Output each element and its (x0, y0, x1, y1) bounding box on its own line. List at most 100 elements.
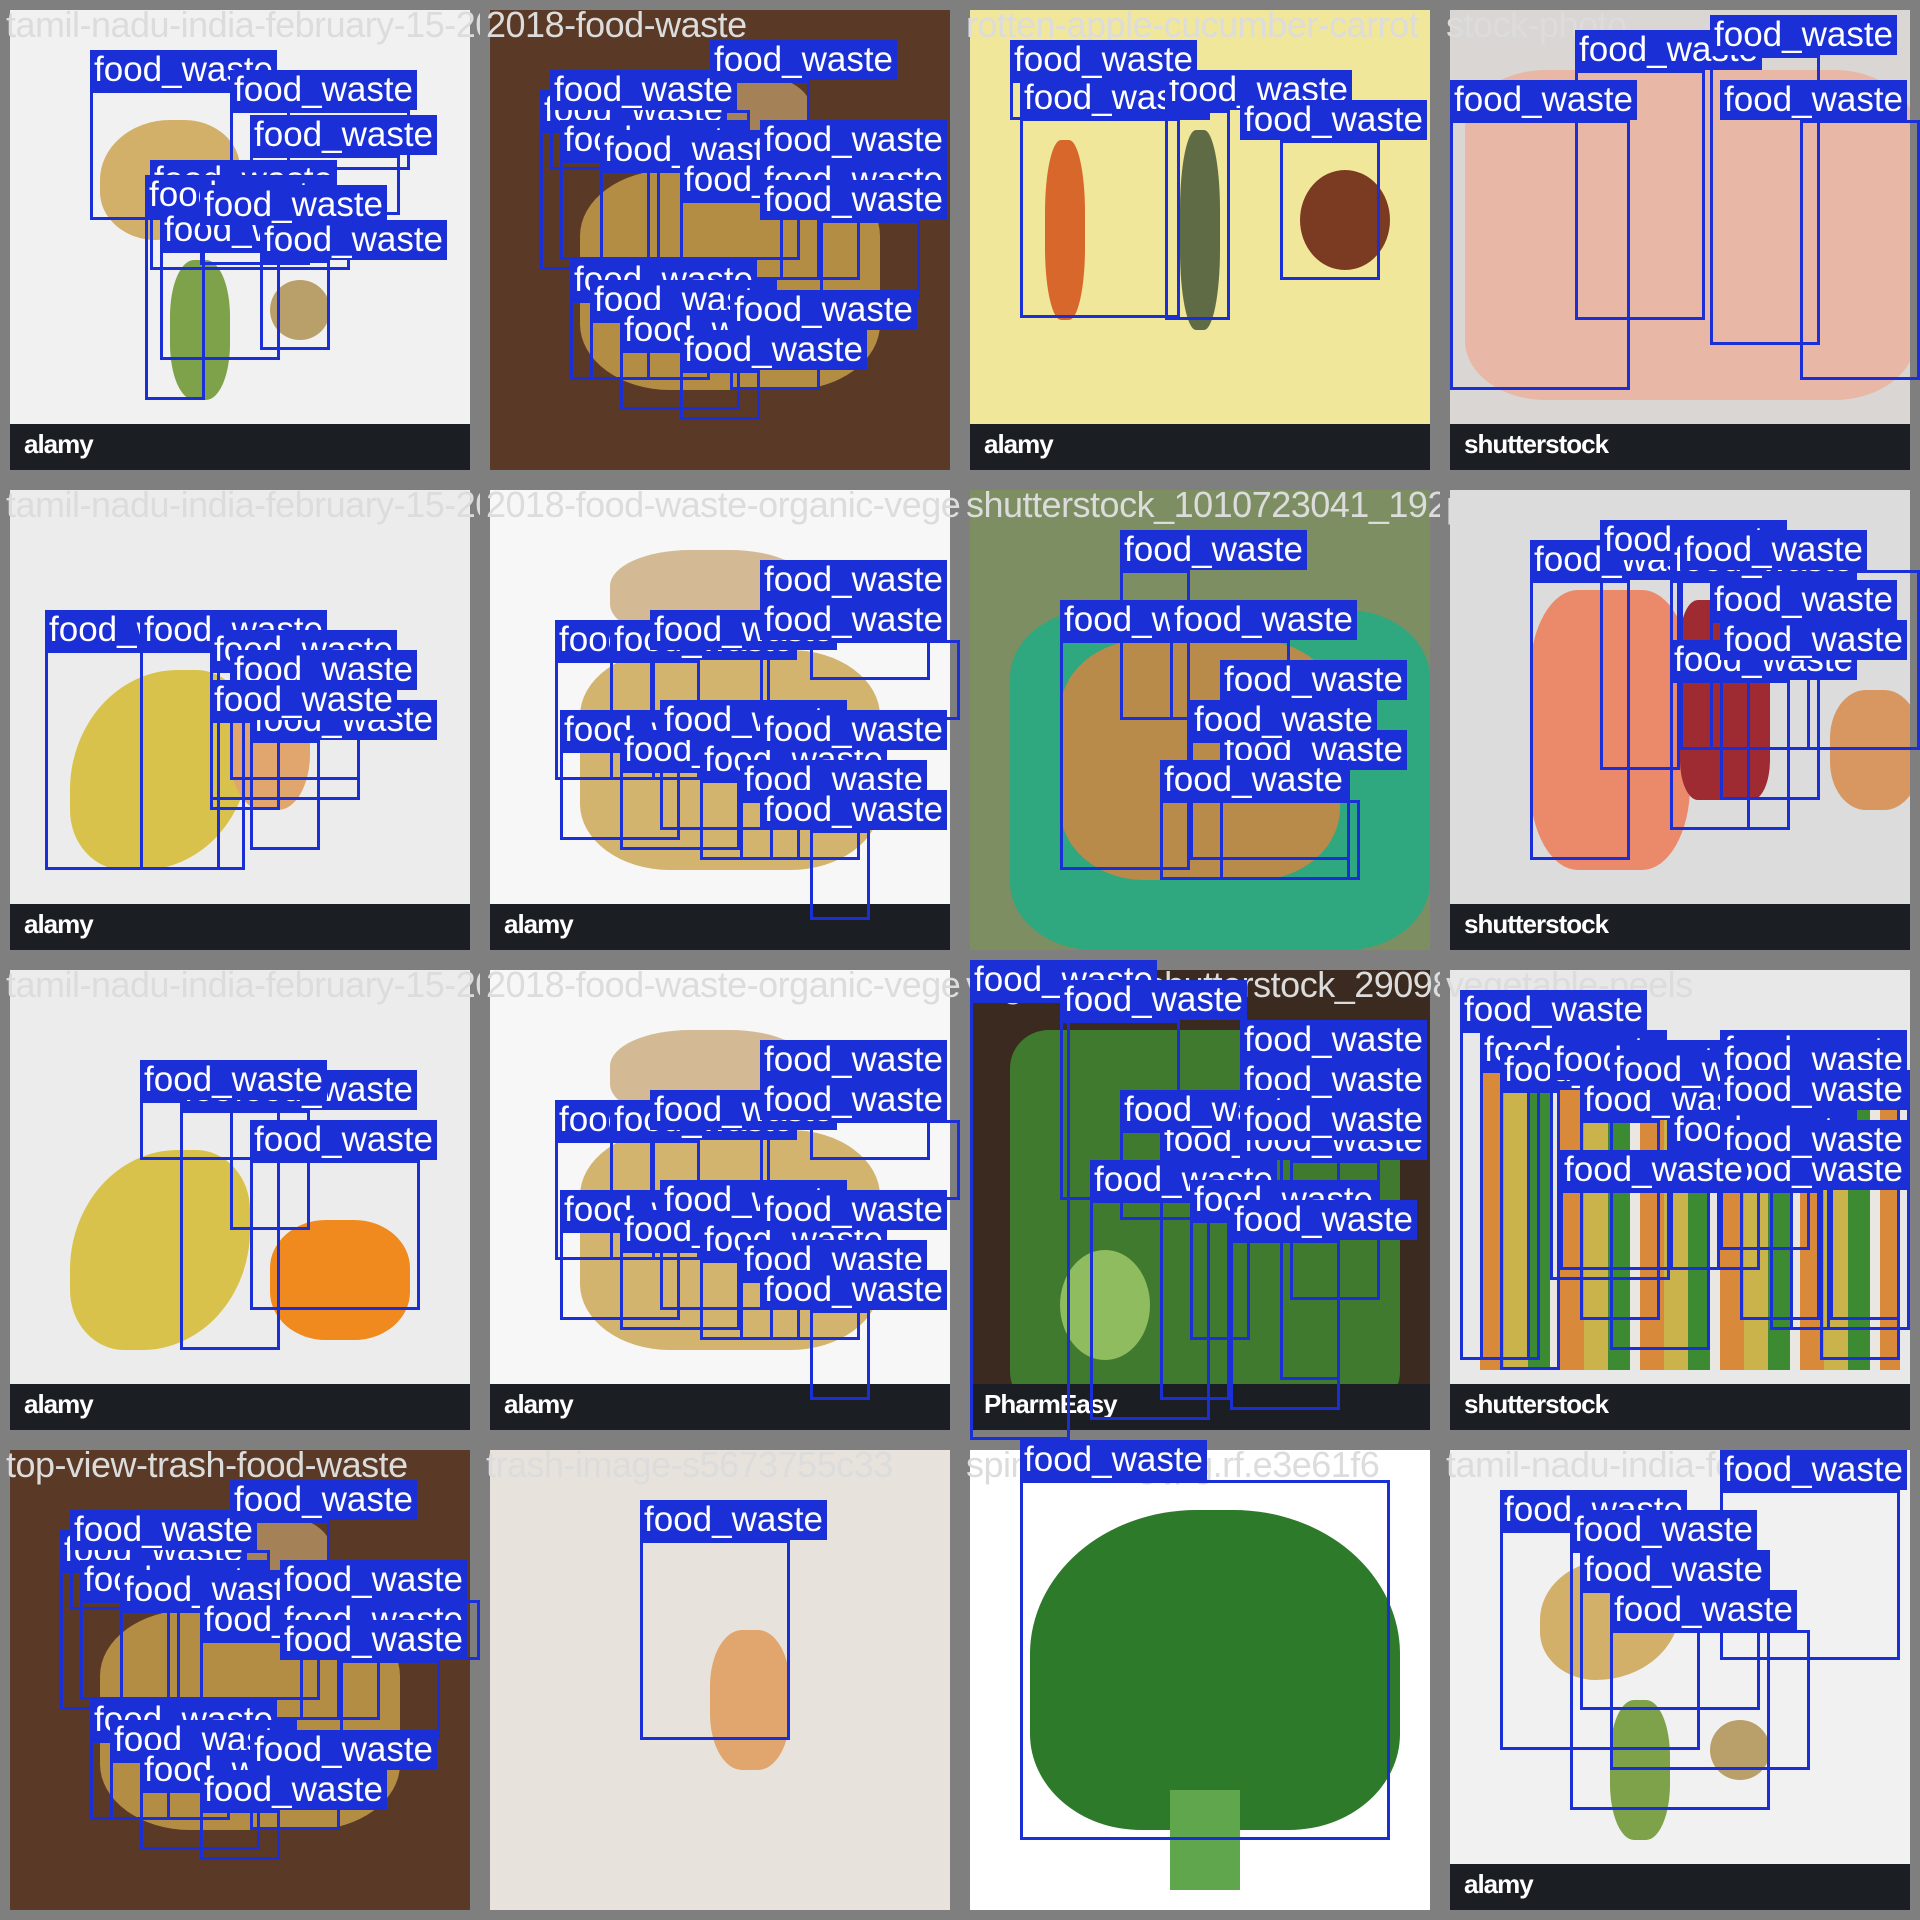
stock-brand-logo: alamy (504, 909, 574, 939)
detection-label: food_waste (1160, 760, 1348, 800)
stock-brand-logo: alamy (504, 1389, 574, 1419)
bounding-box (1280, 140, 1380, 280)
detection-label: food_waste (760, 600, 948, 640)
bounding-box (1600, 560, 1680, 770)
bounding-box (810, 1310, 870, 1400)
detection-label: food_waste (760, 790, 948, 830)
detection-label: food_waste (1240, 1100, 1428, 1140)
detection-label: food_waste (640, 1500, 828, 1540)
mosaic-tile: PharmEasyvegetables-shutterstock_2909888… (960, 960, 1440, 1440)
mosaic-tile: alamy rotten-apple-cucumber-carrot food_wa… (960, 0, 1440, 480)
bounding-box (640, 1540, 790, 1740)
tile-filename: shutterstock_1010723041_1920x600 (966, 484, 1440, 525)
bounding-box (1020, 1480, 1390, 1840)
mosaic-tile: shutterstock stock-photo food_waste food_wa… (1440, 0, 1920, 480)
stock-brand-logo: alamy (24, 429, 94, 459)
mosaic-tile: trash-image-s5673755c33 food_waste (480, 1440, 960, 1920)
detection-label: food_waste (140, 1060, 328, 1100)
mosaic-tile: alamy tamil-nadu-india-february-15-2018-f… (0, 480, 480, 960)
detection-label: food_waste (1020, 1440, 1208, 1480)
detection-label: food_waste (1240, 100, 1428, 140)
detection-label: food_waste (1720, 80, 1908, 120)
tile-filename: 2018-food-waste (486, 4, 747, 45)
detection-label: food_waste (760, 1270, 948, 1310)
stock-footer: alamy (10, 1384, 470, 1430)
mosaic-tile: top-view-trash-food-waste food_waste food_… (0, 1440, 480, 1920)
stock-brand-logo: alamy (24, 909, 94, 939)
bounding-box (1560, 1190, 1760, 1270)
detection-label: food_waste (250, 115, 438, 155)
detection-label: food_waste (1060, 980, 1248, 1020)
mosaic-tile: alamy tamil-nadu-india-february-15 food_wa… (1440, 1440, 1920, 1920)
tile-filename: tamil-nadu-india-february-15-2018-food-w… (6, 484, 480, 525)
detection-label: food_waste (760, 1040, 948, 1080)
detection-label: food_waste (1450, 80, 1638, 120)
detection-label: food_waste (1720, 1120, 1908, 1160)
detection-label: food_waste (230, 1480, 418, 1520)
bounding-box (1165, 110, 1230, 320)
detection-label: food_waste (1230, 1200, 1418, 1240)
detection-label: food_waste (280, 1560, 468, 1600)
detection-label: food_waste (1570, 1510, 1758, 1550)
bounding-box (340, 1660, 440, 1740)
stock-footer: alamy (490, 1384, 950, 1430)
tile-filename: tamil-nadu-india-february-15-2018-food-w… (6, 964, 480, 1005)
detection-label: food_waste (760, 560, 948, 600)
detection-label: food_waste (1240, 1020, 1428, 1060)
stock-brand-logo: alamy (1464, 1869, 1534, 1899)
detection-label: food_waste (760, 120, 948, 160)
detection-label: food_waste (760, 710, 948, 750)
detection-label: food_waste (1220, 660, 1408, 700)
detection-label: food_waste (1010, 40, 1198, 80)
stock-brand-logo: alamy (984, 429, 1054, 459)
stock-footer: shutterstock (1450, 904, 1910, 950)
detection-label: food_waste (760, 1080, 948, 1120)
mosaic-tile: shutterstock_1010723041_1920x600 food_was… (960, 480, 1440, 960)
detection-label: food_waste (1580, 1550, 1768, 1590)
mosaic-tile: spinach-bag.jpg.rf.e3e61f6food_waste (960, 1440, 1440, 1920)
mosaic-tile: alamy 2018-food-waste-organic-vegetables f… (480, 960, 960, 1440)
detection-label: food_waste (760, 1190, 948, 1230)
detection-label: food_waste (250, 1730, 438, 1770)
stock-footer: shutterstock (1450, 1384, 1910, 1430)
mosaic-tile: alamy tamil-nadu-india-february-15-2018-f… (0, 0, 480, 480)
stock-brand-logo: shutterstock (1464, 429, 1609, 459)
stock-footer: shutterstock (1450, 424, 1910, 470)
detection-label: food_waste (250, 1120, 438, 1160)
bounding-box (1280, 1140, 1340, 1380)
detection-label: food_waste (280, 1620, 468, 1660)
detection-label: food_waste (200, 185, 388, 225)
bounding-box (820, 220, 920, 300)
tile-filename: tamil-nadu-india-february-15-2018-food-w… (6, 4, 480, 45)
stock-brand-logo: shutterstock (1464, 909, 1609, 939)
detection-label: food_waste (230, 70, 418, 110)
bounding-box (970, 1000, 1070, 1440)
bounding-box (250, 1160, 420, 1310)
tile-filename: trash-image-s5673755c33 (486, 1444, 893, 1485)
tile-filename: 2018-food-waste-organic-vegetables (486, 484, 960, 525)
detection-label: food_waste (1610, 1590, 1798, 1630)
detection-label: food_waste (1120, 530, 1308, 570)
detection-label: food_waste (1560, 1150, 1748, 1190)
stock-footer: alamy (1450, 1864, 1910, 1910)
bounding-box (1720, 660, 1820, 800)
mosaic-tile: alamy 2018-food-waste-organic-vegetables f… (480, 480, 960, 960)
detection-label: food_waste (210, 680, 398, 720)
stock-footer: alamy (10, 424, 470, 470)
mosaic-tile: alamy tamil-nadu-india-february-15-2018-f… (0, 960, 480, 1440)
detection-label: food_waste (1190, 700, 1378, 740)
mosaic-tile: shutterstock vegetable-peels food_waste foo… (1440, 960, 1920, 1440)
detection-label: food_waste (1710, 580, 1898, 620)
mosaic-tile: 2018-food-waste food_waste food_waste food_… (480, 0, 960, 480)
stock-footer: alamy (490, 904, 950, 950)
bounding-box (260, 260, 330, 350)
detection-label: food_waste (1170, 600, 1358, 640)
detection-label: food_waste (550, 70, 738, 110)
bounding-box (1800, 120, 1920, 380)
stock-brand-logo: shutterstock (1464, 1389, 1609, 1419)
detection-label: food_waste (200, 1770, 388, 1810)
bounding-box (810, 830, 870, 920)
stock-brand-logo: alamy (24, 1389, 94, 1419)
detection-label: food_waste (1720, 1070, 1908, 1110)
tile-filename: 2018-food-waste-organic-vegetables (486, 964, 960, 1005)
